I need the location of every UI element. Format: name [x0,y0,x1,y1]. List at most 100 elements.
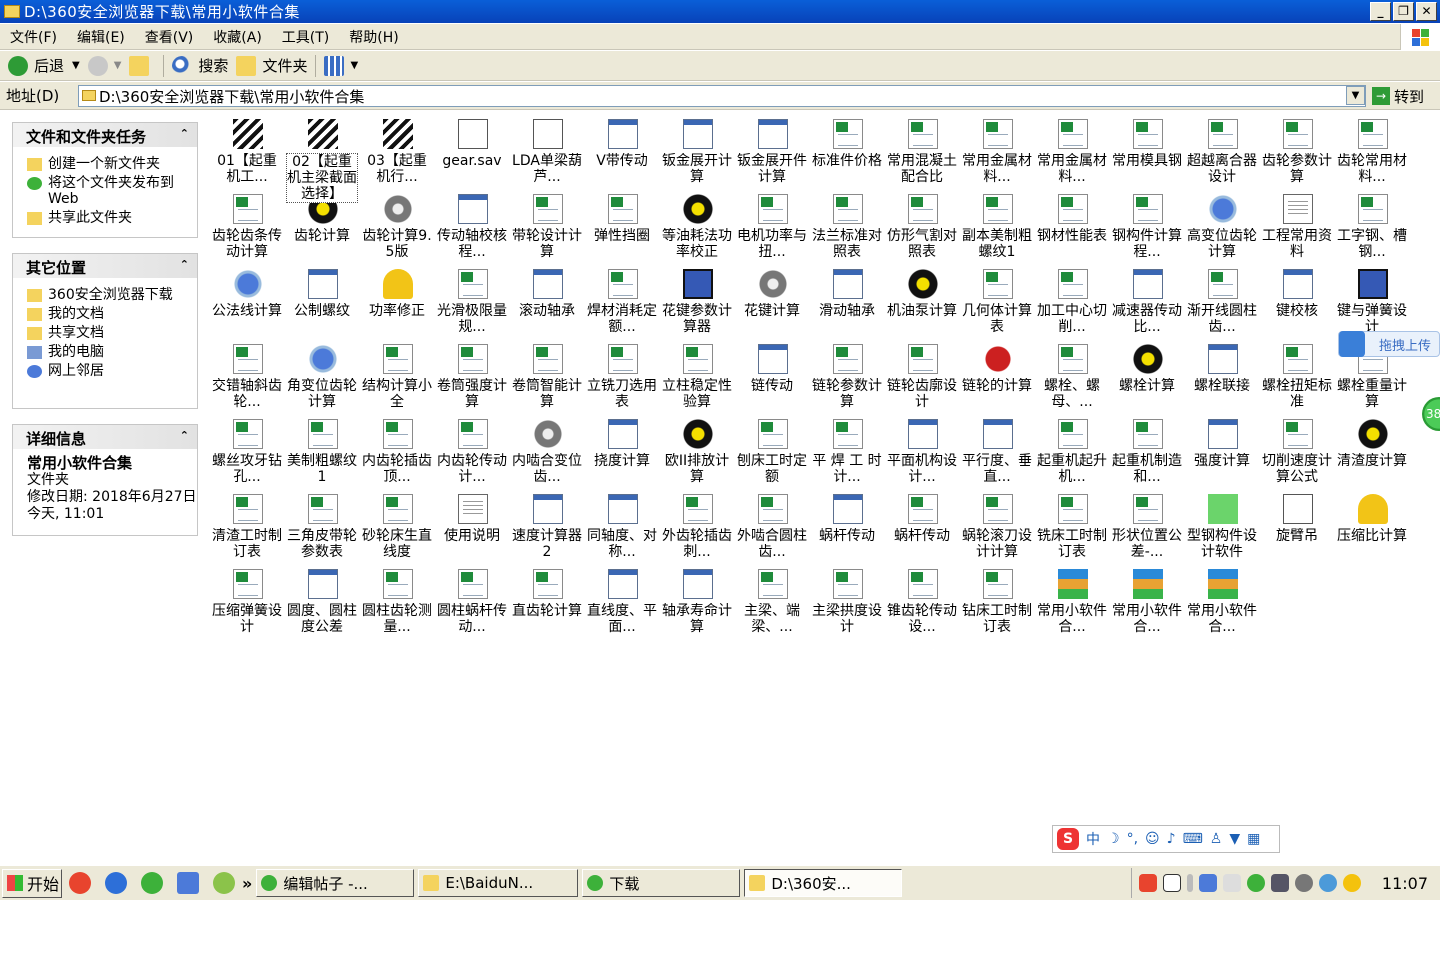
file-item[interactable]: 等油耗法功率校正 [661,190,733,262]
menu-tools[interactable]: 工具(T) [272,27,339,47]
file-item[interactable]: 速度计算器2 [511,490,583,562]
file-item[interactable]: 挠度计算 [586,415,658,487]
file-item[interactable]: 螺栓、螺母、... [1036,340,1108,412]
chevron-up-icon[interactable]: ⌃ [180,429,189,442]
overflow-chevron-icon[interactable]: » [242,874,252,893]
sogou-icon[interactable]: S [1057,828,1079,850]
go-button[interactable]: → 转到 [1372,85,1424,107]
file-item[interactable]: 螺栓扭矩标准 [1261,340,1333,412]
file-item[interactable]: 螺栓计算 [1111,340,1183,412]
file-item[interactable]: 同轴度、对称... [586,490,658,562]
file-item[interactable]: 弹性挡圈 [586,190,658,262]
close-button[interactable]: ✕ [1416,2,1437,21]
file-item[interactable]: 三角皮带轮参数表 [286,490,358,562]
up-button[interactable] [125,53,159,79]
file-item[interactable]: 光滑极限量规... [436,265,508,337]
keyboard-icon[interactable]: ⌨ [1183,831,1203,847]
file-item[interactable]: 清渣度计算 [1336,415,1408,487]
file-item[interactable]: 常用模具钢 [1111,115,1183,187]
file-item[interactable]: 滑动轴承 [811,265,883,337]
file-item[interactable]: 链传动 [736,340,808,412]
file-item[interactable]: 01【起重机工... [211,115,283,187]
file-item[interactable]: 起重机制造和... [1111,415,1183,487]
file-item[interactable]: 钻床工时制订表 [961,565,1033,637]
file-item[interactable]: 齿轮齿条传动计算 [211,190,283,262]
file-item[interactable]: 齿轮计算9.5版 [361,190,433,262]
bell-tray-icon[interactable] [1222,874,1241,892]
quicklaunch-tool-icon[interactable] [213,872,235,894]
file-item[interactable]: 副本美制粗螺纹1 [961,190,1033,262]
file-item[interactable]: 钣金展开件计算 [736,115,808,187]
file-item[interactable]: 平面机构设计... [886,415,958,487]
file-item[interactable]: 内啮合变位齿... [511,415,583,487]
views-button[interactable]: ▼ [320,53,362,79]
punctuation-icon[interactable]: °, [1127,831,1138,847]
file-item[interactable]: 内齿轮传动计... [436,415,508,487]
quicklaunch-edit-icon[interactable] [177,872,199,894]
file-item[interactable]: 直齿轮计算 [511,565,583,637]
file-item[interactable]: 法兰标准对照表 [811,190,883,262]
task-share-folder[interactable]: 共享此文件夹 [27,210,197,226]
place-my-documents[interactable]: 我的文档 [27,306,197,322]
file-item[interactable]: 花键参数计算器 [661,265,733,337]
file-item[interactable]: 旋臂吊 [1261,490,1333,562]
back-button[interactable]: 后退 ▼ [4,53,84,79]
file-item[interactable]: 常用小软件合... [1036,565,1108,637]
help-tray-icon[interactable] [1162,874,1181,892]
msn-tray-icon[interactable] [1318,874,1337,892]
menu-edit[interactable]: 编辑(E) [67,27,135,47]
file-item[interactable]: 圆柱蜗杆传动... [436,565,508,637]
file-item[interactable]: 几何体计算表 [961,265,1033,337]
file-item[interactable]: 切削速度计算公式 [1261,415,1333,487]
file-item[interactable]: 平 焊 工 时 计... [811,415,883,487]
file-item[interactable]: 渐开线圆柱齿... [1186,265,1258,337]
gear-tray-icon[interactable] [1294,874,1313,892]
file-item[interactable]: 欧II排放计算 [661,415,733,487]
file-item[interactable]: 立铣刀选用表 [586,340,658,412]
file-item[interactable]: 链轮的计算 [961,340,1033,412]
search-button[interactable]: 搜索 [168,53,232,79]
file-item[interactable]: 键校核 [1261,265,1333,337]
file-item[interactable]: 机油泵计算 [886,265,958,337]
file-item[interactable]: 链轮齿廓设计 [886,340,958,412]
place-my-computer[interactable]: 我的电脑 [27,344,197,360]
file-item[interactable]: 砂轮床生直线度 [361,490,433,562]
upload-float-button[interactable]: 拖拽上传 [1338,331,1440,357]
user-icon[interactable]: ♙ [1210,831,1223,847]
panel-header[interactable]: 其它位置 ⌃ [13,254,197,278]
menu-file[interactable]: 文件(F) [0,27,67,47]
chevron-up-icon[interactable]: ⌃ [180,258,189,271]
smile-icon[interactable]: ☺ [1145,831,1160,847]
chevron-down-icon[interactable]: ▼ [114,60,122,71]
file-item[interactable]: 锥齿轮传动设... [886,565,958,637]
task-publish-web[interactable]: 将这个文件夹发布到 Web [27,175,197,207]
file-item[interactable]: 平行度、垂直... [961,415,1033,487]
grid-icon[interactable]: ▦ [1247,831,1260,847]
file-item[interactable]: 焊材消耗定额... [586,265,658,337]
file-item[interactable]: 齿轮参数计算 [1261,115,1333,187]
chevron-up-icon[interactable]: ⌃ [180,127,189,140]
file-item[interactable]: 常用混凝土配合比 [886,115,958,187]
file-item[interactable]: 齿轮常用材料... [1336,115,1408,187]
file-item[interactable]: 常用小软件合... [1111,565,1183,637]
address-dropdown-button[interactable]: ▼ [1346,86,1365,105]
file-item[interactable]: 常用金属材料... [961,115,1033,187]
file-item[interactable]: 标准件价格 [811,115,883,187]
file-item[interactable]: 带轮设计计算 [511,190,583,262]
file-item[interactable]: 角变位齿轮计算 [286,340,358,412]
clock[interactable]: 11:07 [1382,874,1428,893]
file-item[interactable]: 螺栓联接 [1186,340,1258,412]
file-item[interactable]: 外齿轮插齿刺... [661,490,733,562]
file-item[interactable]: 超越离合器设计 [1186,115,1258,187]
task-current-folder[interactable]: D:\360安... [744,869,903,897]
folders-button[interactable]: 文件夹 [232,53,311,79]
file-item[interactable]: 压缩比计算 [1336,490,1408,562]
file-item[interactable]: 钢材性能表 [1036,190,1108,262]
file-item[interactable]: 主梁、端梁、... [736,565,808,637]
file-item[interactable]: 直线度、平面... [586,565,658,637]
file-item[interactable]: 外啮合圆柱齿... [736,490,808,562]
panel-header[interactable]: 详细信息 ⌃ [13,425,197,449]
minimize-button[interactable]: _ [1370,2,1391,21]
file-item[interactable]: 卷筒智能计算 [511,340,583,412]
file-item[interactable]: LDA单梁葫芦... [511,115,583,187]
